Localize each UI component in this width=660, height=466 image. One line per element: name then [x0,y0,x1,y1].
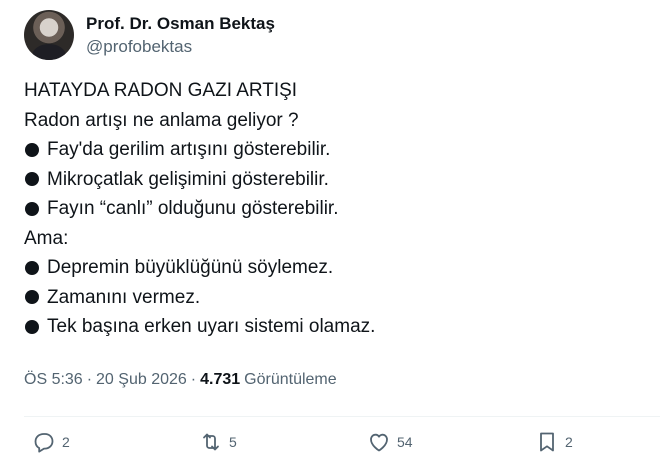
tweet-title-line: HATAYDA RADON GAZI ARTIŞI [24,76,640,106]
tweet-actions: 2 5 54 2 [0,430,660,460]
bullet-icon [25,142,39,157]
heart-icon [370,433,388,452]
retweet-icon [203,433,219,451]
tweet-bullet-line: Zamanını vermez. [24,283,640,313]
reply-count: 2 [62,434,70,450]
tweet-line-text: Depremin büyüklüğünü söylemez. [47,257,334,278]
meta-separator: · [86,371,93,388]
author-names: Prof. Dr. Osman Bektaş @profobektas [86,13,275,58]
retweet-button[interactable]: 5 [199,430,237,454]
bullet-icon [25,172,39,187]
tweet-line-text: Ama: [24,227,69,249]
reply-button[interactable]: 2 [32,430,70,454]
tweet-line-text: Radon artışı ne anlama geliyor ? [24,109,299,131]
tweet-line-text: Fayın “canlı” olduğunu gösterebilir. [47,198,339,219]
bookmark-count: 2 [565,434,573,450]
views-count[interactable]: 4.731 [200,371,240,389]
tweet-bullet-line: Tek başına erken uyarı sistemi olamaz. [24,312,640,342]
tweet-header: Prof. Dr. Osman Bektaş @profobektas [24,10,275,60]
tweet-question-line: Radon artışı ne anlama geliyor ? [24,106,640,136]
bookmark-icon [540,432,554,452]
bullet-icon [25,201,39,216]
like-button[interactable]: 54 [367,430,413,454]
tweet-date[interactable]: 20 Şub 2026 [96,371,187,389]
tweet-text: HATAYDA RADON GAZI ARTIŞI Radon artışı n… [24,76,640,342]
tweet-time[interactable]: ÖS 5:36 [24,371,83,389]
tweet-bullet-line: Fay'da gerilim artışını gösterebilir. [24,135,640,165]
retweet-count: 5 [229,434,237,450]
reply-icon [34,433,54,453]
bullet-icon [25,319,39,334]
tweet-line-text: Zamanını vermez. [47,286,201,308]
author-display-name[interactable]: Prof. Dr. Osman Bektaş [86,13,275,34]
tweet-bullet-line: Fayın “canlı” olduğunu gösterebilir. [24,194,640,224]
bullet-icon [25,260,39,275]
views-label: Görüntüleme [244,371,337,388]
bookmark-button[interactable]: 2 [535,430,573,454]
avatar[interactable] [24,10,74,60]
tweet-bullet-line: Depremin büyüklüğünü söylemez. [24,253,640,283]
meta-separator: · [190,371,197,388]
author-handle[interactable]: @profobektas [86,36,275,58]
tweet-subheading-line: Ama: [24,224,640,254]
bullet-icon [25,290,39,305]
tweet-line-text: Fay'da gerilim artışını gösterebilir. [47,139,331,160]
tweet-line-text: HATAYDA RADON GAZI ARTIŞI [24,80,298,101]
divider [24,416,660,417]
like-count: 54 [397,434,413,450]
tweet-line-text: Mikroçatlak gelişimini gösterebilir. [47,168,329,190]
tweet-meta: ÖS 5:36 · 20 Şub 2026 · 4.731 Görüntülem… [24,371,337,389]
tweet-bullet-line: Mikroçatlak gelişimini gösterebilir. [24,165,640,195]
tweet-line-text: Tek başına erken uyarı sistemi olamaz. [47,316,376,337]
